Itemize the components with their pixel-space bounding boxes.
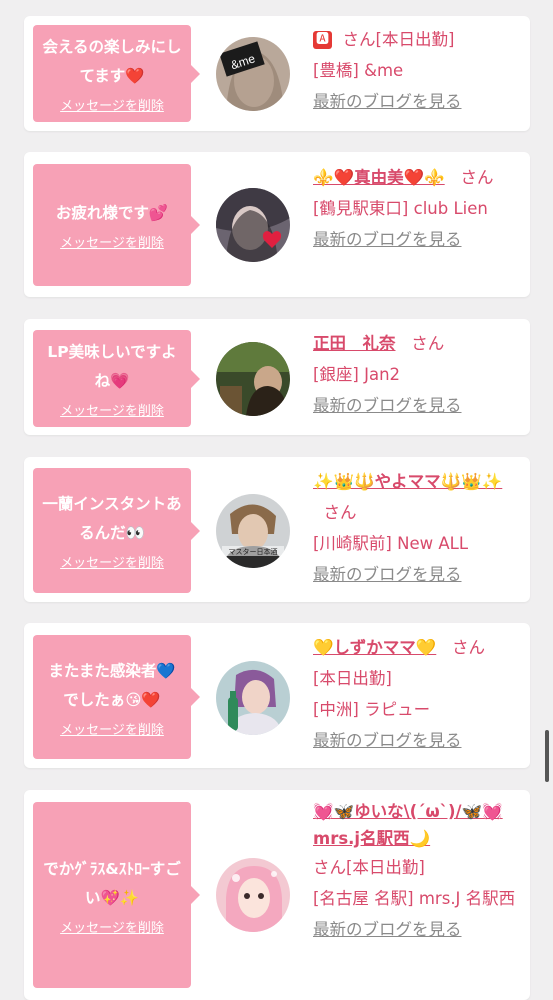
card-info: 💛しずかママ💛 さん [本日出勤] [中洲] ラピュー 最新のブログを見る — [313, 632, 518, 756]
message-bubble: お疲れ様です💕 メッセージを削除 — [33, 164, 200, 286]
message-card: LP美味しいですよね💗 メッセージを削除 正田 礼奈 さん [銀座] Jan2 … — [24, 319, 530, 435]
message-bubble: 一蘭インスタントあるんだ👀 メッセージを削除 — [33, 468, 200, 593]
latest-blog-link[interactable]: 最新のブログを見る — [313, 565, 462, 584]
message-card: 会えるの楽しみにしてます❤️ メッセージを削除 &me 🅰 さん[本日出勤] [… — [24, 16, 530, 131]
message-card: またまた感染者💙でしたぁ😘❤️ メッセージを削除 💛しずかママ💛 さん [本日出… — [24, 623, 530, 768]
card-info: ⚜️❤️真由美❤️⚜️ さん [鶴見駅東口] club Lien 最新のブログを… — [313, 162, 518, 255]
host-name-link[interactable]: 正田 礼奈 — [313, 334, 396, 353]
avatar-image — [216, 858, 290, 932]
avatar-image — [216, 342, 290, 416]
avatar-image — [216, 661, 290, 735]
message-text: お疲れ様です💕 — [55, 204, 169, 222]
latest-blog-link[interactable]: 最新のブログを見る — [313, 920, 462, 939]
delete-message-link[interactable]: メッセージを削除 — [60, 552, 164, 571]
honorific: さん — [452, 638, 486, 657]
latest-blog-link[interactable]: 最新のブログを見る — [313, 396, 462, 415]
host-name-link[interactable]: ⚜️❤️真由美❤️⚜️ — [313, 168, 445, 187]
avatar[interactable] — [216, 342, 290, 416]
delete-message-link[interactable]: メッセージを削除 — [60, 95, 164, 114]
message-bubble: またまた感染者💙でしたぁ😘❤️ メッセージを削除 — [33, 635, 200, 759]
honorific: さん — [342, 30, 376, 49]
host-name-link[interactable]: ✨👑🔱やよママ🔱👑✨ — [313, 472, 502, 491]
delete-message-link[interactable]: メッセージを削除 — [60, 400, 164, 419]
status-label: [本日出勤] — [346, 858, 425, 877]
delete-message-link[interactable]: メッセージを削除 — [60, 917, 164, 936]
avatar-image: マスター日本酒 — [216, 494, 290, 568]
avatar[interactable] — [216, 858, 290, 932]
honorific: さん — [313, 858, 346, 877]
message-text: またまた感染者💙でしたぁ😘❤️ — [48, 661, 176, 709]
avatar-caption: マスター日本酒 — [229, 547, 278, 556]
message-text: LP美味しいですよね💗 — [47, 343, 177, 390]
shop-location: [川崎駅前] New ALL — [313, 534, 469, 553]
latest-blog-link[interactable]: 最新のブログを見る — [313, 731, 462, 750]
latest-blog-link[interactable]: 最新のブログを見る — [313, 230, 462, 249]
shop-location: [中洲] ラピュー — [313, 700, 431, 719]
message-bubble: 会えるの楽しみにしてます❤️ メッセージを削除 — [33, 25, 200, 122]
honorific: さん — [411, 334, 445, 353]
status-label: [本日出勤] — [313, 669, 392, 688]
avatar[interactable]: &me — [216, 37, 290, 111]
name-prefix-icon: 🅰 — [313, 31, 333, 49]
message-text: 一蘭インスタントあるんだ👀 — [42, 495, 182, 542]
host-name-link[interactable]: 💓🦋ゆいな\(´ω`)/🦋💓mrs.j名駅西🌙 — [313, 802, 503, 848]
message-card: お疲れ様です💕 メッセージを削除 ⚜️❤️真由美❤️⚜️ さん [鶴見駅東口] … — [24, 152, 530, 297]
avatar-image: &me — [216, 37, 290, 111]
message-text: でかｸﾞﾗｽ&ｽﾄﾛｰすごい💖✨ — [43, 859, 181, 907]
message-card: 一蘭インスタントあるんだ👀 メッセージを削除 マスター日本酒 ✨👑🔱やよママ🔱👑… — [24, 457, 530, 602]
shop-location: [豊橋] &me — [313, 61, 404, 80]
avatar[interactable] — [216, 661, 290, 735]
avatar[interactable]: マスター日本酒 — [216, 494, 290, 568]
message-bubble: LP美味しいですよね💗 メッセージを削除 — [33, 330, 200, 427]
shop-location: [鶴見駅東口] club Lien — [313, 199, 488, 218]
shop-location: [名古屋 名駅] mrs.J 名駅西 — [313, 889, 516, 908]
message-bubble: でかｸﾞﾗｽ&ｽﾄﾛｰすごい💖✨ メッセージを削除 — [33, 802, 200, 988]
honorific: さん — [323, 503, 357, 522]
status-label: [本日出勤] — [375, 30, 455, 49]
scrollbar[interactable] — [545, 730, 549, 782]
message-text: 会えるの楽しみにしてます❤️ — [42, 38, 182, 85]
shop-location: [銀座] Jan2 — [313, 365, 401, 384]
latest-blog-link[interactable]: 最新のブログを見る — [313, 92, 462, 111]
card-info: 正田 礼奈 さん [銀座] Jan2 最新のブログを見る — [313, 328, 518, 421]
honorific: さん — [460, 168, 494, 187]
message-card: でかｸﾞﾗｽ&ｽﾄﾛｰすごい💖✨ メッセージを削除 💓🦋ゆいな\(´ω`)/🦋💓… — [24, 790, 530, 1000]
delete-message-link[interactable]: メッセージを削除 — [60, 719, 164, 738]
avatar[interactable] — [216, 188, 290, 262]
host-name-link[interactable]: 💛しずかママ💛 — [313, 638, 436, 657]
avatar-image — [216, 188, 290, 262]
card-info: 💓🦋ゆいな\(´ω`)/🦋💓mrs.j名駅西🌙 さん[本日出勤] [名古屋 名駅… — [313, 798, 525, 945]
delete-message-link[interactable]: メッセージを削除 — [60, 232, 164, 251]
card-info: ✨👑🔱やよママ🔱👑✨ さん [川崎駅前] New ALL 最新のブログを見る — [313, 466, 518, 590]
card-info: 🅰 さん[本日出勤] [豊橋] &me 最新のブログを見る — [313, 24, 518, 117]
